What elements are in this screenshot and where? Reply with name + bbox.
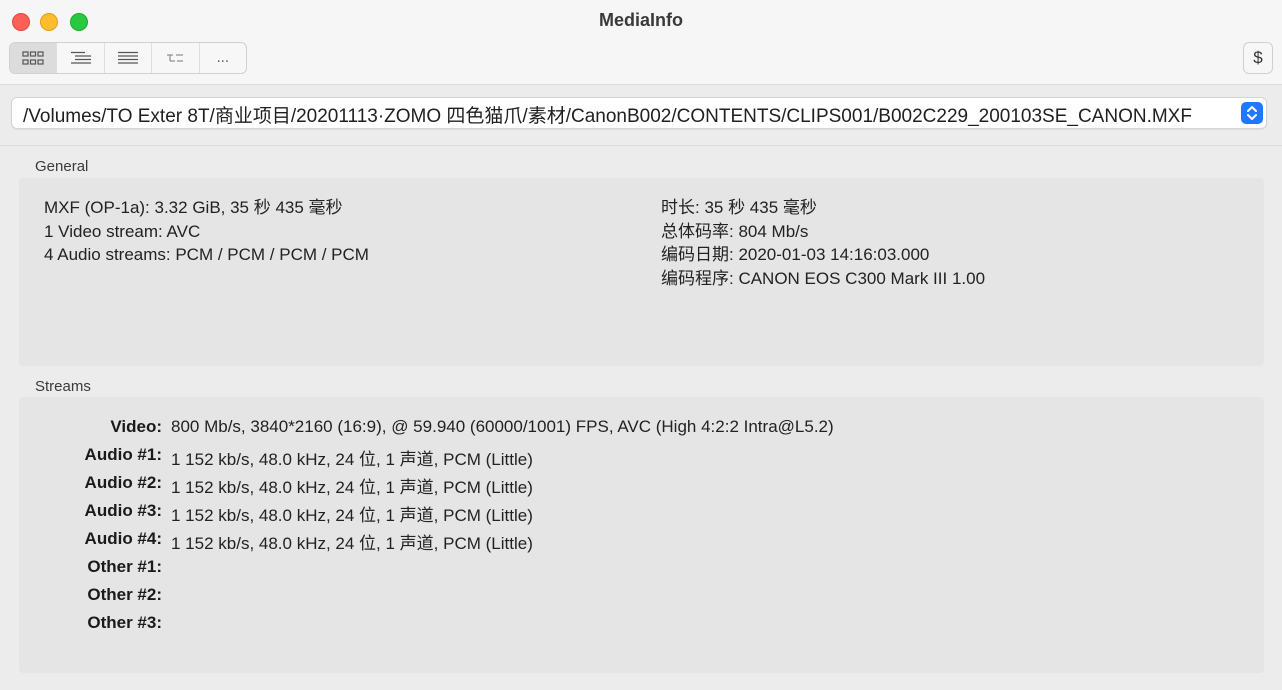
stream-row-other-2: Other #2: bbox=[19, 585, 1264, 613]
stream-row-video: Video: 800 Mb/s, 3840*2160 (16:9), @ 59.… bbox=[19, 417, 1264, 445]
general-video-stream-count: 1 Video stream: AVC bbox=[44, 221, 201, 241]
general-right-column: 时长: 35 秒 435 毫秒 总体码率: 804 Mb/s 编码日期: 202… bbox=[661, 196, 985, 290]
grid-view-button[interactable] bbox=[10, 43, 58, 73]
file-path-popup[interactable]: /Volumes/TO Exter 8T/商业项目/20201113·ZOMO … bbox=[11, 97, 1267, 129]
general-panel: MXF (OP-1a): 3.32 GiB, 35 秒 435 毫秒 1 Vid… bbox=[19, 178, 1264, 366]
stream-row-audio-1: Audio #1: 1 152 kb/s, 48.0 kHz, 24 位, 1 … bbox=[19, 445, 1264, 473]
general-writing-application: 编码程序: CANON EOS C300 Mark III 1.00 bbox=[661, 268, 986, 288]
stream-label: Other #1: bbox=[87, 557, 162, 576]
stream-label: Audio #4: bbox=[84, 529, 162, 548]
outline-view-icon bbox=[70, 51, 91, 64]
header-divider bbox=[0, 145, 1282, 146]
stream-label: Other #2: bbox=[87, 585, 162, 604]
stream-row-other-1: Other #1: bbox=[19, 557, 1264, 585]
general-encoded-date: 编码日期: 2020-01-03 14:16:03.000 bbox=[661, 245, 930, 264]
stream-label: Other #3: bbox=[87, 613, 162, 632]
stream-label: Audio #2: bbox=[84, 473, 162, 492]
stream-value: 800 Mb/s, 3840*2160 (16:9), @ 59.940 (60… bbox=[171, 417, 834, 436]
title-bar: MediaInfo ... $ bbox=[0, 0, 1282, 85]
mediainfo-window: MediaInfo ... $ /Volumes/TO Exter 8T/商业项… bbox=[0, 0, 1282, 690]
popup-arrows-icon bbox=[1241, 102, 1263, 124]
general-audio-stream-count: 4 Audio streams: PCM / PCM / PCM / PCM bbox=[44, 245, 369, 264]
tree-view-button[interactable] bbox=[152, 43, 200, 73]
streams-section-label: Streams bbox=[35, 378, 91, 395]
window-title: MediaInfo bbox=[599, 10, 683, 30]
more-view-button[interactable]: ... bbox=[200, 43, 246, 73]
dollar-button[interactable]: $ bbox=[1243, 42, 1273, 74]
grid-view-icon bbox=[22, 51, 44, 65]
general-overall-bitrate: 总体码率: 804 Mb/s bbox=[661, 221, 809, 241]
general-left-column: MXF (OP-1a): 3.32 GiB, 35 秒 435 毫秒 1 Vid… bbox=[44, 196, 369, 267]
general-section-label: General bbox=[35, 158, 89, 175]
outline-view-button[interactable] bbox=[57, 43, 105, 73]
general-container-info: MXF (OP-1a): 3.32 GiB, 35 秒 435 毫秒 bbox=[44, 198, 343, 217]
stream-value: 1 152 kb/s, 48.0 kHz, 24 位, 1 声道, PCM (L… bbox=[171, 478, 533, 497]
stream-row-other-3: Other #3: bbox=[19, 613, 1264, 641]
view-mode-segmented-control: ... bbox=[9, 42, 247, 74]
stream-value: 1 152 kb/s, 48.0 kHz, 24 位, 1 声道, PCM (L… bbox=[171, 506, 533, 525]
stream-label: Video: bbox=[110, 417, 162, 436]
streams-panel: Video: 800 Mb/s, 3840*2160 (16:9), @ 59.… bbox=[19, 397, 1264, 673]
stream-value: 1 152 kb/s, 48.0 kHz, 24 位, 1 声道, PCM (L… bbox=[171, 450, 533, 469]
stream-label: Audio #1: bbox=[84, 445, 162, 464]
stream-value: 1 152 kb/s, 48.0 kHz, 24 位, 1 声道, PCM (L… bbox=[171, 534, 533, 553]
general-duration: 时长: 35 秒 435 毫秒 bbox=[661, 198, 817, 217]
tree-view-icon bbox=[167, 54, 184, 62]
stream-row-audio-4: Audio #4: 1 152 kb/s, 48.0 kHz, 24 位, 1 … bbox=[19, 529, 1264, 557]
stream-row-audio-2: Audio #2: 1 152 kb/s, 48.0 kHz, 24 位, 1 … bbox=[19, 473, 1264, 501]
list-view-icon bbox=[118, 51, 139, 64]
stream-label: Audio #3: bbox=[84, 501, 162, 520]
file-path-text: /Volumes/TO Exter 8T/商业项目/20201113·ZOMO … bbox=[23, 106, 1192, 127]
list-view-button[interactable] bbox=[105, 43, 153, 73]
stream-row-audio-3: Audio #3: 1 152 kb/s, 48.0 kHz, 24 位, 1 … bbox=[19, 501, 1264, 529]
